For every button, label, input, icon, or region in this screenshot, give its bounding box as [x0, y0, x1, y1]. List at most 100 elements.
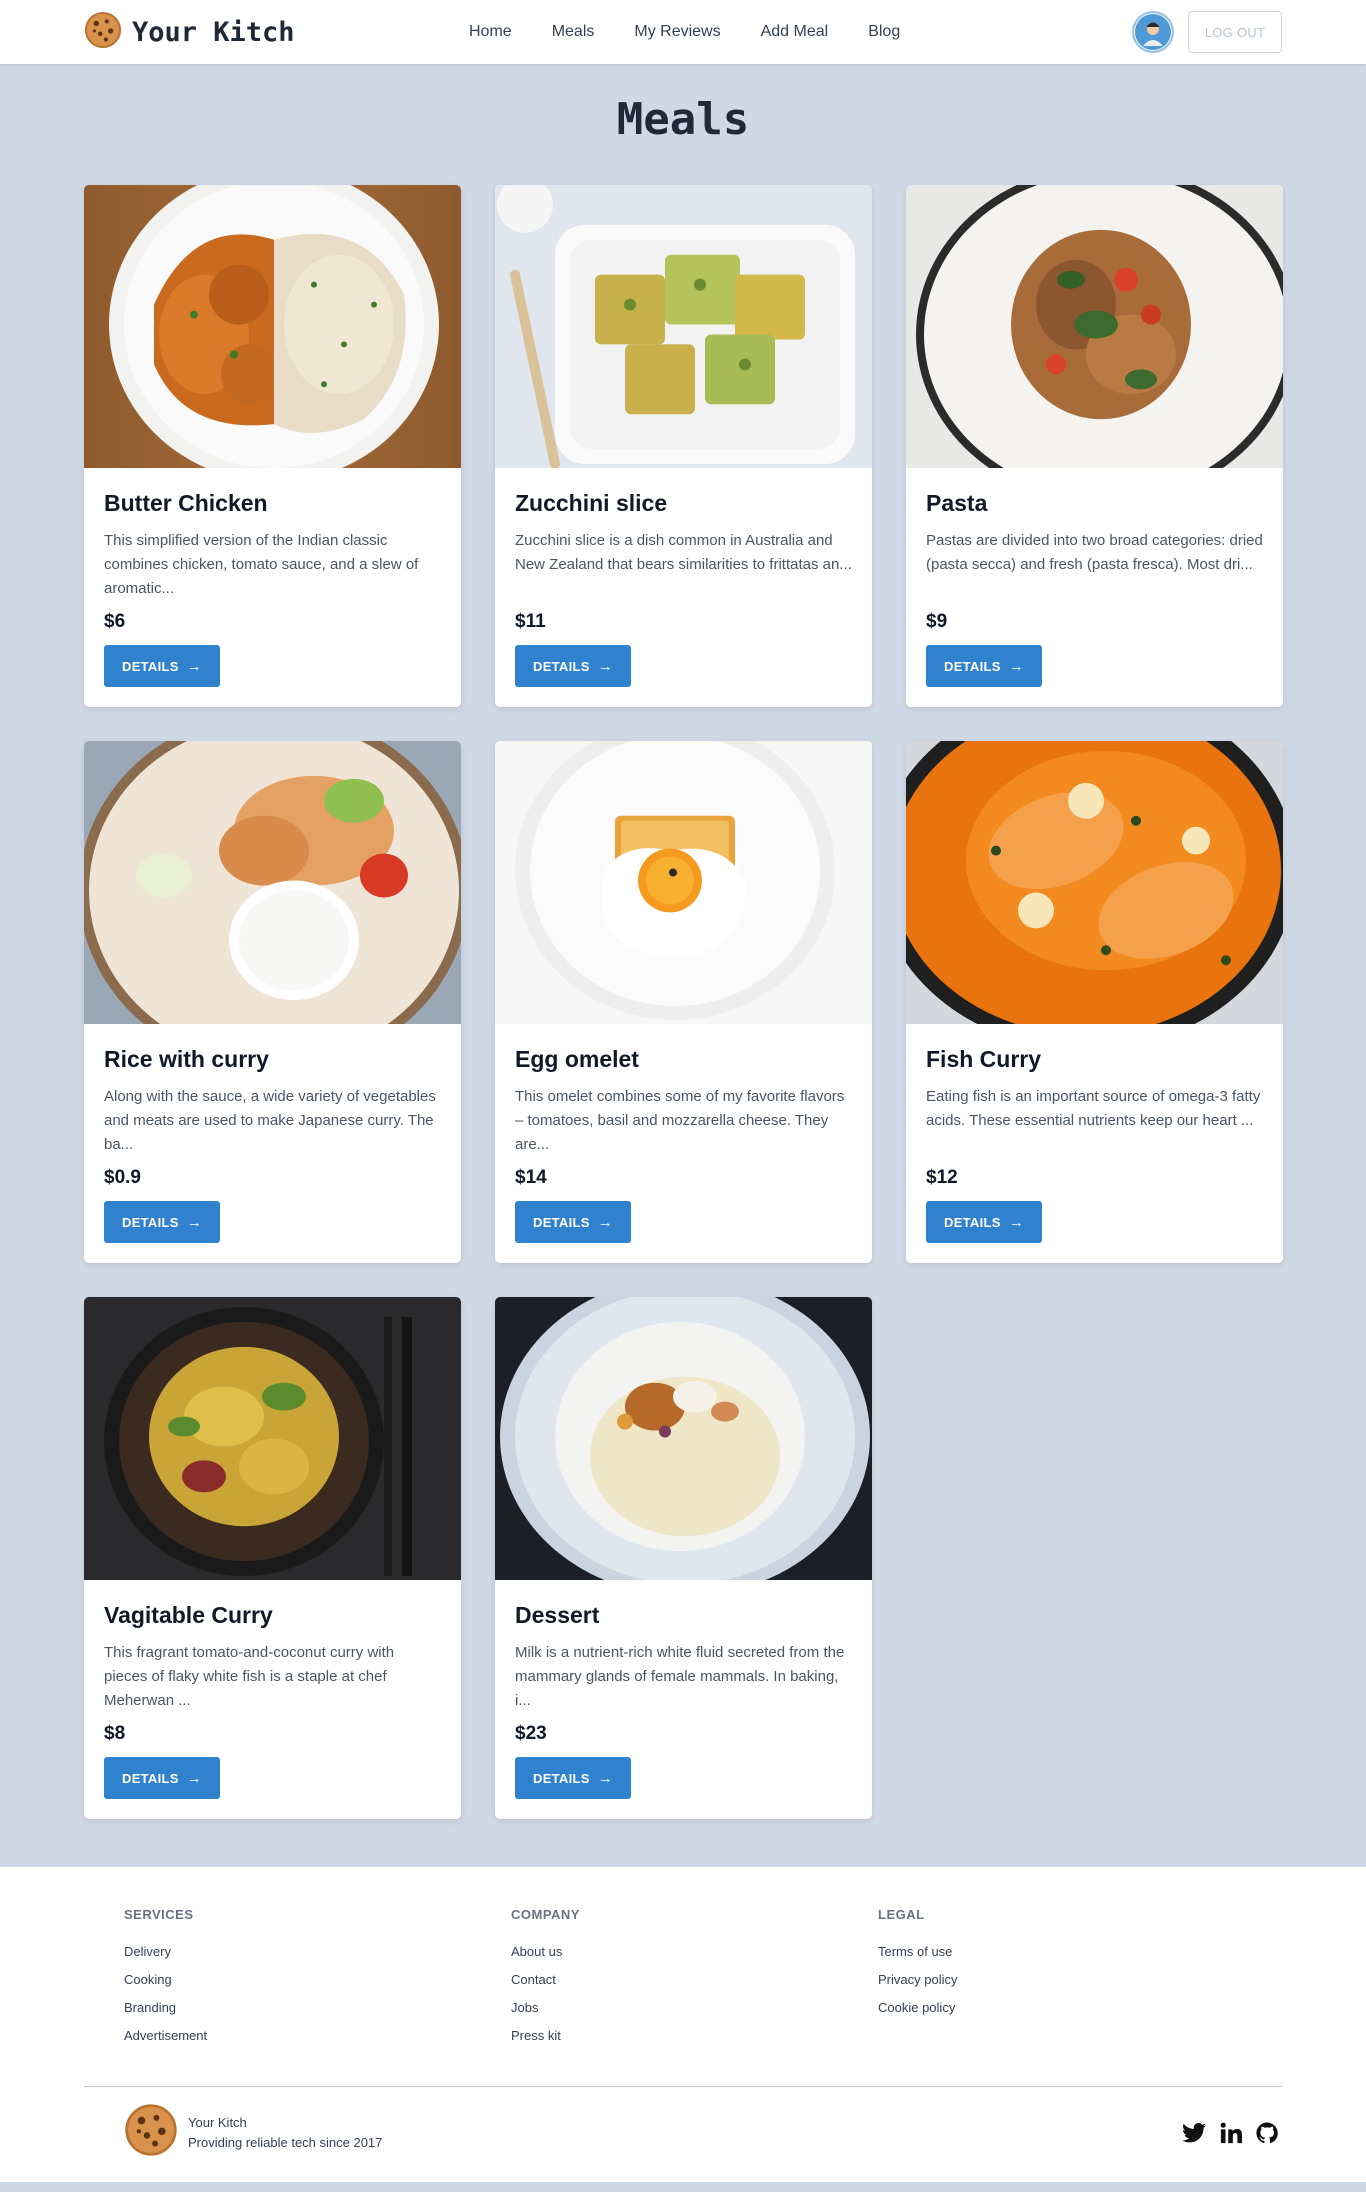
footer-heading: COMPANY: [511, 1907, 580, 1922]
details-button[interactable]: DETAILS →: [104, 1201, 221, 1243]
user-avatar-icon: [1135, 14, 1171, 50]
footer-tagline: Providing reliable tech since 2017: [188, 2134, 383, 2150]
card-body: Fish Curry Eating fish is an important s…: [906, 1024, 1283, 1263]
cookie-logo-icon: [124, 2103, 178, 2162]
navbar: Your Kitch Home Meals My Reviews Add Mea…: [0, 0, 1366, 64]
meal-card: Pasta Pastas are divided into two broad …: [906, 185, 1283, 707]
footer-heading: LEGAL: [878, 1907, 925, 1922]
arrow-right-icon: →: [597, 657, 614, 675]
meal-price: $0.9: [104, 1167, 141, 1188]
meal-description: Eating fish is an important source of om…: [926, 1088, 1261, 1129]
details-button[interactable]: DETAILS →: [104, 1757, 221, 1799]
nav-link-blog[interactable]: Blog: [868, 23, 900, 41]
meal-card: Rice with curry Along with the sauce, a …: [84, 741, 461, 1263]
meal-description: Milk is a nutrient-rich white fluid secr…: [515, 1644, 845, 1709]
meal-image-butter-chicken: [84, 185, 461, 468]
footer-link-advertisement[interactable]: Advertisement: [124, 2028, 511, 2043]
arrow-right-icon: →: [186, 1769, 203, 1787]
meal-title: Vagitable Curry: [104, 1602, 273, 1628]
details-button[interactable]: DETAILS →: [926, 1201, 1043, 1243]
meal-card: Egg omelet This omelet combines some of …: [495, 741, 872, 1263]
arrow-right-icon: →: [1008, 657, 1025, 675]
meal-description: Along with the sauce, a wide variety of …: [104, 1088, 436, 1153]
footer-link-cooking[interactable]: Cooking: [124, 1972, 511, 1987]
meal-image-fish-curry: [906, 741, 1283, 1024]
meal-price: $8: [104, 1723, 126, 1744]
brand-title: Your Kitch: [132, 16, 295, 48]
logout-button[interactable]: LOG OUT: [1188, 11, 1282, 53]
footer-heading: SERVICES: [124, 1907, 194, 1922]
arrow-right-icon: →: [186, 1213, 203, 1231]
nav-link-meals[interactable]: Meals: [552, 23, 595, 41]
meal-price: $23: [515, 1723, 547, 1744]
avatar[interactable]: [1132, 11, 1174, 53]
meal-image-pasta: [906, 185, 1283, 468]
meal-image-dessert: [495, 1297, 872, 1580]
meal-title: Egg omelet: [515, 1046, 639, 1072]
nav-link-home[interactable]: Home: [469, 23, 512, 41]
card-body: Vagitable Curry This fragrant tomato-and…: [84, 1580, 461, 1819]
meal-price: $14: [515, 1167, 547, 1188]
card-body: Egg omelet This omelet combines some of …: [495, 1024, 872, 1263]
footer-link-delivery[interactable]: Delivery: [124, 1944, 511, 1959]
meal-title: Fish Curry: [926, 1046, 1042, 1072]
nav-links: Home Meals My Reviews Add Meal Blog: [469, 23, 1132, 41]
footer-column-legal: LEGAL Terms of use Privacy policy Cookie…: [878, 1907, 957, 2056]
meal-card: Vagitable Curry This fragrant tomato-and…: [84, 1297, 461, 1819]
footer-link-terms-of-use[interactable]: Terms of use: [878, 1944, 957, 1959]
details-button[interactable]: DETAILS →: [515, 1757, 632, 1799]
details-button[interactable]: DETAILS →: [515, 645, 632, 687]
details-button[interactable]: DETAILS →: [515, 1201, 632, 1243]
meal-card: Zucchini slice Zucchini slice is a dish …: [495, 185, 872, 707]
footer-link-privacy-policy[interactable]: Privacy policy: [878, 1972, 957, 1987]
meal-image-vagitable-curry: [84, 1297, 461, 1580]
footer-columns: SERVICES Delivery Cooking Branding Adver…: [84, 1907, 1282, 2056]
footer-link-press-kit[interactable]: Press kit: [511, 2028, 878, 2043]
meal-description: This omelet combines some of my favorite…: [515, 1088, 845, 1153]
details-button-label: DETAILS: [533, 658, 590, 674]
card-body: Rice with curry Along with the sauce, a …: [84, 1024, 461, 1263]
meal-card: Dessert Milk is a nutrient-rich white fl…: [495, 1297, 872, 1819]
meal-price: $11: [515, 611, 546, 632]
footer-brand: Your Kitch Providing reliable tech since…: [124, 2103, 1182, 2162]
meal-image-egg-omelet: [495, 741, 872, 1024]
meal-description: Pastas are divided into two broad catego…: [926, 532, 1263, 573]
brand[interactable]: Your Kitch: [84, 11, 384, 54]
meal-price: $6: [104, 611, 126, 632]
meals-grid: Butter Chicken This simplified version o…: [84, 185, 1283, 1819]
footer-link-cookie-policy[interactable]: Cookie policy: [878, 2000, 957, 2015]
github-icon[interactable]: [1256, 2121, 1278, 2144]
main-content: Meals Butter Chicken This simplified ver…: [0, 64, 1366, 1867]
meal-price: $12: [926, 1167, 958, 1188]
footer-link-branding[interactable]: Branding: [124, 2000, 511, 2015]
twitter-icon[interactable]: [1182, 2122, 1206, 2144]
arrow-right-icon: →: [1008, 1213, 1025, 1231]
arrow-right-icon: →: [597, 1213, 614, 1231]
meal-title: Zucchini slice: [515, 490, 668, 516]
footer-link-about-us[interactable]: About us: [511, 1944, 878, 1959]
arrow-right-icon: →: [186, 657, 203, 675]
card-body: Pasta Pastas are divided into two broad …: [906, 468, 1283, 707]
details-button-label: DETAILS: [944, 658, 1001, 674]
meal-card: Butter Chicken This simplified version o…: [84, 185, 461, 707]
meal-title: Pasta: [926, 490, 988, 516]
footer-link-contact[interactable]: Contact: [511, 1972, 878, 1987]
details-button[interactable]: DETAILS →: [926, 645, 1043, 687]
footer-link-jobs[interactable]: Jobs: [511, 2000, 878, 2015]
details-button[interactable]: DETAILS →: [104, 645, 221, 687]
footer-column-services: SERVICES Delivery Cooking Branding Adver…: [124, 1907, 511, 2056]
meal-title: Rice with curry: [104, 1046, 269, 1072]
details-button-label: DETAILS: [122, 1770, 179, 1786]
meal-description: This fragrant tomato-and-coconut curry w…: [104, 1644, 395, 1709]
nav-link-add-meal[interactable]: Add Meal: [761, 23, 829, 41]
arrow-right-icon: →: [597, 1769, 614, 1787]
nav-link-my-reviews[interactable]: My Reviews: [634, 23, 720, 41]
meal-image-zucchini-slice: [495, 185, 872, 468]
nav-right: LOG OUT: [1132, 11, 1282, 53]
footer-divider: [84, 2086, 1282, 2087]
meal-price: $9: [926, 611, 948, 632]
linkedin-icon[interactable]: [1220, 2122, 1242, 2144]
meal-description: This simplified version of the Indian cl…: [104, 532, 419, 597]
social-links: [1182, 2121, 1278, 2144]
meal-image-rice-with-curry: [84, 741, 461, 1024]
